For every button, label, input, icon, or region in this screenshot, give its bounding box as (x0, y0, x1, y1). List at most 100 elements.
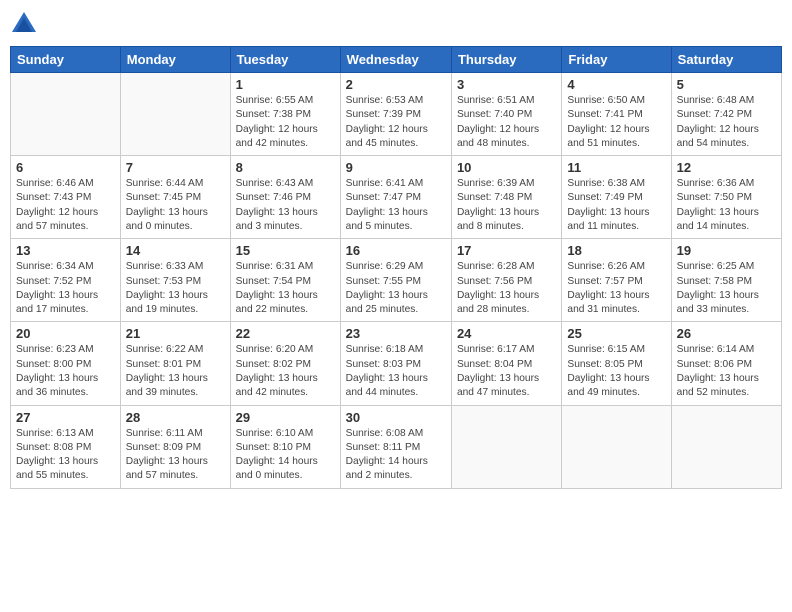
day-number: 2 (346, 77, 446, 92)
day-number: 19 (677, 243, 776, 258)
calendar-cell: 26 Sunrise: 6:14 AM Sunset: 8:06 PM Dayli… (671, 322, 781, 405)
calendar-cell: 22 Sunrise: 6:20 AM Sunset: 8:02 PM Dayli… (230, 322, 340, 405)
cell-info: Sunrise: 6:31 AM Sunset: 7:54 PM Dayligh… (236, 260, 335, 317)
day-of-week-header: Friday (562, 47, 671, 73)
day-number: 11 (567, 160, 665, 175)
cell-info: Sunrise: 6:55 AM Sunset: 7:38 PM Dayligh… (236, 94, 335, 151)
calendar-cell: 18 Sunrise: 6:26 AM Sunset: 7:57 PM Dayli… (562, 239, 671, 322)
calendar-week-row: 13Sunrise: 6:34 AM Sunset: 7:52 PM Dayli… (11, 239, 782, 322)
calendar-cell: 13Sunrise: 6:34 AM Sunset: 7:52 PM Dayli… (11, 239, 121, 322)
calendar-week-row: 20Sunrise: 6:23 AM Sunset: 8:00 PM Dayli… (11, 322, 782, 405)
cell-info: Sunrise: 6:36 AM Sunset: 7:50 PM Dayligh… (677, 177, 776, 234)
day-number: 18 (567, 243, 665, 258)
calendar-cell: 11Sunrise: 6:38 AM Sunset: 7:49 PM Dayli… (562, 156, 671, 239)
day-of-week-header: Tuesday (230, 47, 340, 73)
cell-info: Sunrise: 6:34 AM Sunset: 7:52 PM Dayligh… (16, 260, 115, 317)
calendar-week-row: 6 Sunrise: 6:46 AM Sunset: 7:43 PM Daylig… (11, 156, 782, 239)
day-number: 10 (457, 160, 556, 175)
cell-info: Sunrise: 6:50 AM Sunset: 7:41 PM Dayligh… (567, 94, 665, 151)
cell-info: Sunrise: 6:53 AM Sunset: 7:39 PM Dayligh… (346, 94, 446, 151)
cell-info: Sunrise: 6:46 AM Sunset: 7:43 PM Dayligh… (16, 177, 115, 234)
cell-info: Sunrise: 6:25 AM Sunset: 7:58 PM Dayligh… (677, 260, 776, 317)
cell-info: Sunrise: 6:29 AM Sunset: 7:55 PM Dayligh… (346, 260, 446, 317)
day-of-week-header: Monday (120, 47, 230, 73)
calendar-week-row: 27 Sunrise: 6:13 AM Sunset: 8:08 PM Dayli… (11, 405, 782, 488)
day-number: 25 (567, 326, 665, 341)
cell-info: Sunrise: 6:10 AM Sunset: 8:10 PM Dayligh… (236, 427, 335, 484)
calendar-week-row: 1Sunrise: 6:55 AM Sunset: 7:38 PM Daylig… (11, 73, 782, 156)
calendar-cell: 5 Sunrise: 6:48 AM Sunset: 7:42 PM Daylig… (671, 73, 781, 156)
day-number: 16 (346, 243, 446, 258)
day-number: 26 (677, 326, 776, 341)
day-number: 20 (16, 326, 115, 341)
day-number: 7 (126, 160, 225, 175)
calendar-cell (120, 73, 230, 156)
day-number: 27 (16, 410, 115, 425)
calendar-cell: 19 Sunrise: 6:25 AM Sunset: 7:58 PM Dayli… (671, 239, 781, 322)
cell-info: Sunrise: 6:41 AM Sunset: 7:47 PM Dayligh… (346, 177, 446, 234)
cell-info: Sunrise: 6:43 AM Sunset: 7:46 PM Dayligh… (236, 177, 335, 234)
day-of-week-header: Wednesday (340, 47, 451, 73)
day-of-week-header: Sunday (11, 47, 121, 73)
calendar-cell: 4Sunrise: 6:50 AM Sunset: 7:41 PM Daylig… (562, 73, 671, 156)
day-number: 6 (16, 160, 115, 175)
calendar-cell (451, 405, 561, 488)
day-of-week-header: Thursday (451, 47, 561, 73)
calendar-cell: 10 Sunrise: 6:39 AM Sunset: 7:48 PM Dayli… (451, 156, 561, 239)
day-number: 15 (236, 243, 335, 258)
day-of-week-header: Saturday (671, 47, 781, 73)
logo (10, 10, 42, 38)
day-number: 21 (126, 326, 225, 341)
calendar-cell: 7Sunrise: 6:44 AM Sunset: 7:45 PM Daylig… (120, 156, 230, 239)
calendar-cell: 28Sunrise: 6:11 AM Sunset: 8:09 PM Dayli… (120, 405, 230, 488)
day-number: 12 (677, 160, 776, 175)
calendar-cell: 8 Sunrise: 6:43 AM Sunset: 7:46 PM Daylig… (230, 156, 340, 239)
day-number: 3 (457, 77, 556, 92)
calendar-cell: 1Sunrise: 6:55 AM Sunset: 7:38 PM Daylig… (230, 73, 340, 156)
cell-info: Sunrise: 6:39 AM Sunset: 7:48 PM Dayligh… (457, 177, 556, 234)
logo-icon (10, 10, 38, 38)
calendar-cell: 20Sunrise: 6:23 AM Sunset: 8:00 PM Dayli… (11, 322, 121, 405)
calendar-cell: 29 Sunrise: 6:10 AM Sunset: 8:10 PM Dayli… (230, 405, 340, 488)
calendar-table: SundayMondayTuesdayWednesdayThursdayFrid… (10, 46, 782, 489)
cell-info: Sunrise: 6:48 AM Sunset: 7:42 PM Dayligh… (677, 94, 776, 151)
day-number: 30 (346, 410, 446, 425)
calendar-cell: 12 Sunrise: 6:36 AM Sunset: 7:50 PM Dayli… (671, 156, 781, 239)
day-number: 29 (236, 410, 335, 425)
day-number: 22 (236, 326, 335, 341)
day-number: 9 (346, 160, 446, 175)
cell-info: Sunrise: 6:51 AM Sunset: 7:40 PM Dayligh… (457, 94, 556, 151)
calendar-cell: 6 Sunrise: 6:46 AM Sunset: 7:43 PM Daylig… (11, 156, 121, 239)
calendar-cell: 24 Sunrise: 6:17 AM Sunset: 8:04 PM Dayli… (451, 322, 561, 405)
cell-info: Sunrise: 6:26 AM Sunset: 7:57 PM Dayligh… (567, 260, 665, 317)
calendar-cell: 30 Sunrise: 6:08 AM Sunset: 8:11 PM Dayli… (340, 405, 451, 488)
day-number: 17 (457, 243, 556, 258)
calendar-cell: 14 Sunrise: 6:33 AM Sunset: 7:53 PM Dayli… (120, 239, 230, 322)
cell-info: Sunrise: 6:28 AM Sunset: 7:56 PM Dayligh… (457, 260, 556, 317)
calendar-cell: 16 Sunrise: 6:29 AM Sunset: 7:55 PM Dayli… (340, 239, 451, 322)
calendar-cell: 17 Sunrise: 6:28 AM Sunset: 7:56 PM Dayli… (451, 239, 561, 322)
day-number: 24 (457, 326, 556, 341)
day-number: 23 (346, 326, 446, 341)
cell-info: Sunrise: 6:33 AM Sunset: 7:53 PM Dayligh… (126, 260, 225, 317)
cell-info: Sunrise: 6:08 AM Sunset: 8:11 PM Dayligh… (346, 427, 446, 484)
day-number: 5 (677, 77, 776, 92)
cell-info: Sunrise: 6:15 AM Sunset: 8:05 PM Dayligh… (567, 343, 665, 400)
cell-info: Sunrise: 6:13 AM Sunset: 8:08 PM Dayligh… (16, 427, 115, 484)
calendar-cell (562, 405, 671, 488)
calendar-header-row: SundayMondayTuesdayWednesdayThursdayFrid… (11, 47, 782, 73)
cell-info: Sunrise: 6:11 AM Sunset: 8:09 PM Dayligh… (126, 427, 225, 484)
calendar-cell: 25 Sunrise: 6:15 AM Sunset: 8:05 PM Dayli… (562, 322, 671, 405)
day-number: 8 (236, 160, 335, 175)
calendar-cell: 27 Sunrise: 6:13 AM Sunset: 8:08 PM Dayli… (11, 405, 121, 488)
calendar-cell: 9 Sunrise: 6:41 AM Sunset: 7:47 PM Daylig… (340, 156, 451, 239)
calendar-cell (11, 73, 121, 156)
cell-info: Sunrise: 6:22 AM Sunset: 8:01 PM Dayligh… (126, 343, 225, 400)
cell-info: Sunrise: 6:17 AM Sunset: 8:04 PM Dayligh… (457, 343, 556, 400)
cell-info: Sunrise: 6:20 AM Sunset: 8:02 PM Dayligh… (236, 343, 335, 400)
day-number: 14 (126, 243, 225, 258)
calendar-cell (671, 405, 781, 488)
cell-info: Sunrise: 6:14 AM Sunset: 8:06 PM Dayligh… (677, 343, 776, 400)
calendar-cell: 2 Sunrise: 6:53 AM Sunset: 7:39 PM Daylig… (340, 73, 451, 156)
cell-info: Sunrise: 6:18 AM Sunset: 8:03 PM Dayligh… (346, 343, 446, 400)
